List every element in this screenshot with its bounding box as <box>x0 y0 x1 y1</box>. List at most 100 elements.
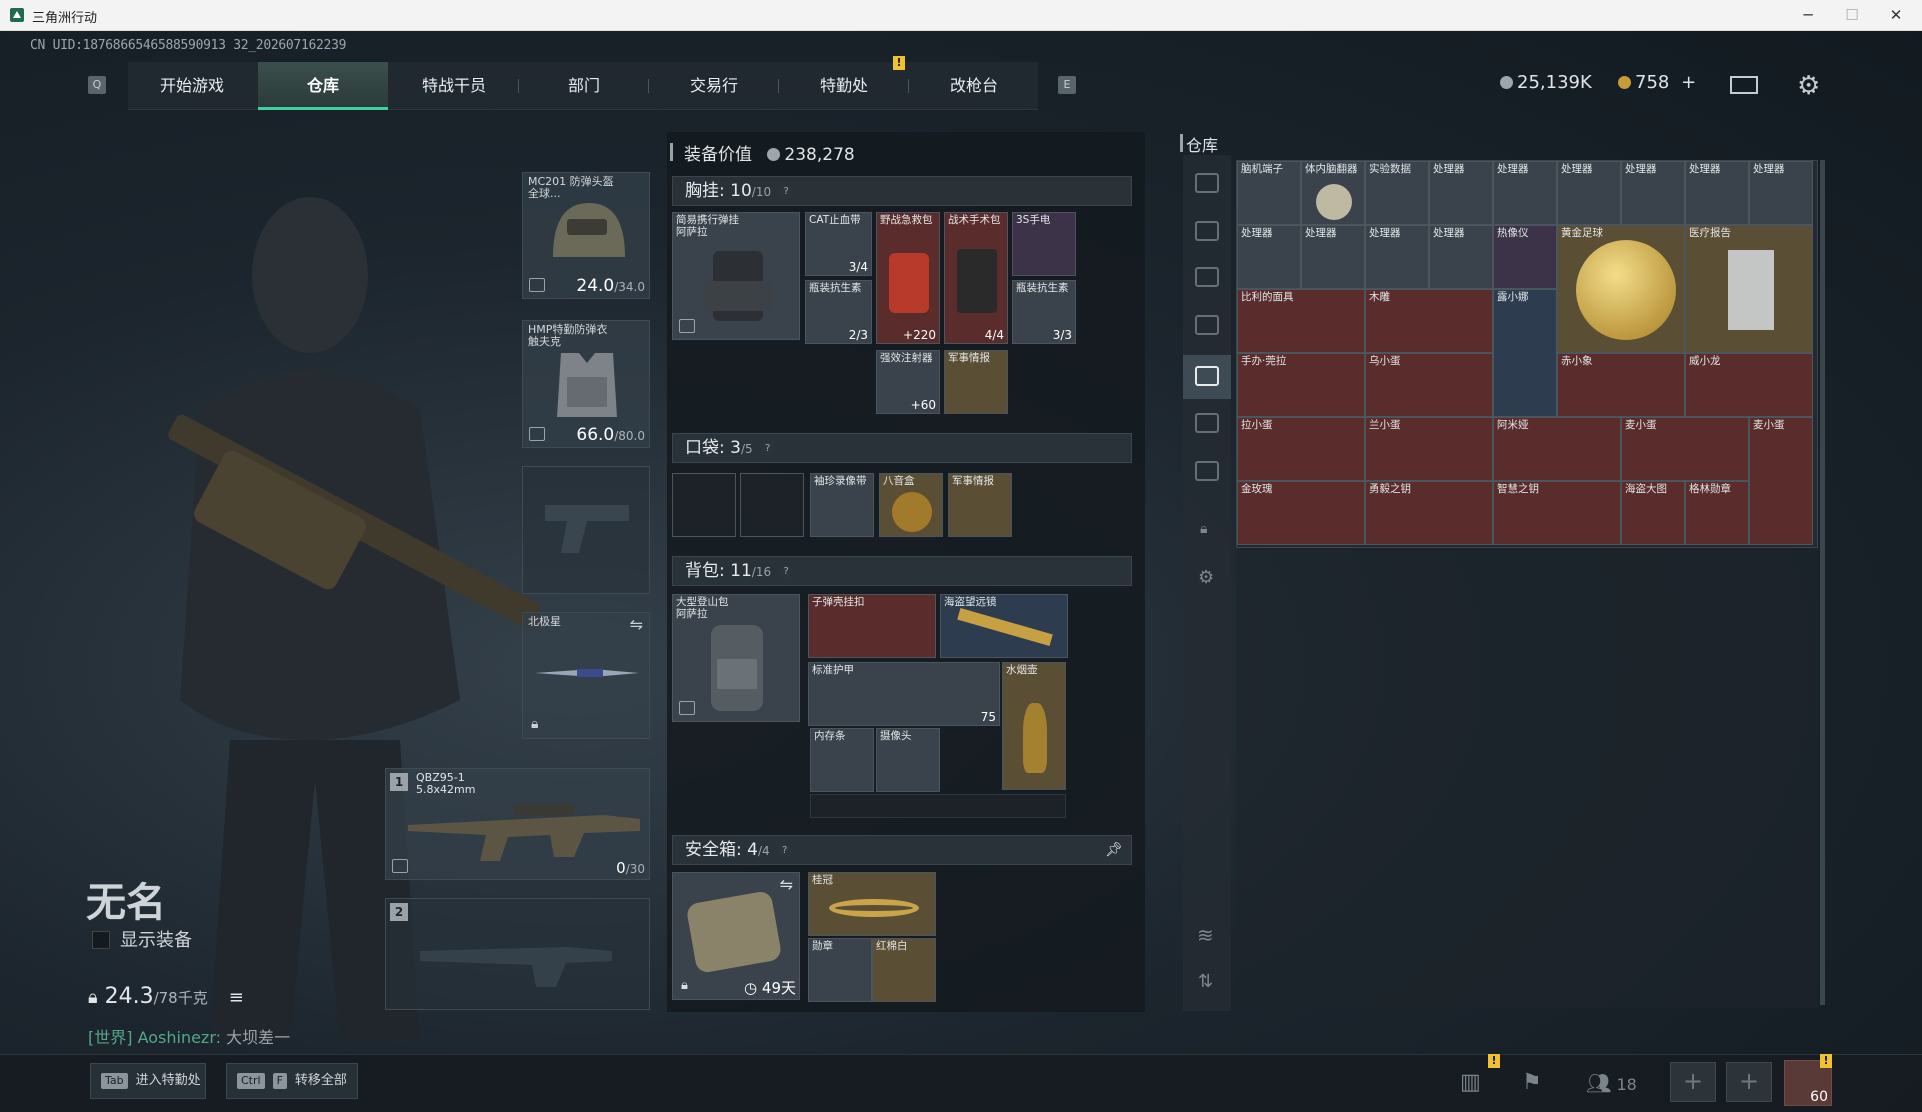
tab-trading[interactable]: 交易行 <box>650 62 778 110</box>
swap-icon[interactable]: ⇋ <box>780 875 793 894</box>
category-3-icon[interactable] <box>1195 315 1219 335</box>
backpack-item-camera[interactable]: 摄像头 <box>876 728 940 792</box>
wh-item-thermal-imager[interactable]: 热像仪 <box>1493 225 1557 289</box>
wh-item-processor[interactable]: 处理器 <box>1621 161 1685 225</box>
safebox-item-medal[interactable]: 勋章 <box>808 938 872 1002</box>
wh-item-golden-football[interactable]: 黄金足球 <box>1557 225 1685 353</box>
pocket-item-military-intel[interactable]: 军事情报 <box>948 473 1012 537</box>
category-4-active[interactable] <box>1183 355 1231 399</box>
chest-item-flashlight[interactable]: 3S手电 <box>1012 212 1076 276</box>
backpack-empty-row[interactable] <box>810 794 1066 818</box>
wh-item-lu-xiaona[interactable]: 露小娜 <box>1493 289 1557 417</box>
wh-item-body-translator[interactable]: 体内脑翻器 <box>1301 161 1365 225</box>
wh-item-processor[interactable]: 处理器 <box>1301 225 1365 289</box>
mail-icon[interactable] <box>1730 76 1758 94</box>
helmet-slot[interactable]: MC201 防弹头盔 全球... 24.0/34.0 <box>522 172 650 299</box>
wh-item-lan-xiaodan[interactable]: 兰小蛋 <box>1365 417 1493 481</box>
chest-item-surgical-kit[interactable]: 战术手术包 4/4 <box>944 212 1008 344</box>
safebox-container[interactable]: ⇋ 🔒︎ ◷ 49天 <box>672 872 800 1000</box>
chest-item-antibiotics[interactable]: 瓶装抗生素 3/3 <box>1012 280 1076 344</box>
wh-item-mai-xiaodan[interactable]: 麦小蛋 <box>1621 417 1749 481</box>
stats-chart-icon[interactable]: ▥ <box>1460 1070 1481 1095</box>
wh-item-processor[interactable]: 处理器 <box>1429 161 1493 225</box>
wh-item-wu-xiaodan[interactable]: 乌小蛋 <box>1365 353 1493 417</box>
help-icon[interactable]: ? <box>779 565 794 579</box>
help-icon[interactable]: ? <box>760 442 775 456</box>
wh-item-wood-carving[interactable]: 木雕 <box>1365 289 1493 353</box>
settings-gear-icon[interactable]: ⚙ <box>1198 567 1214 588</box>
layers-icon[interactable]: ≋ <box>1197 923 1214 947</box>
lock-icon[interactable]: 🔒︎ <box>1200 521 1207 537</box>
wh-item-wei-xiaolong[interactable]: 威小龙 <box>1685 353 1813 417</box>
transfer-all-button[interactable]: Ctrl F 转移全部 <box>226 1063 358 1099</box>
show-equipment-toggle[interactable]: 显示装备 <box>92 926 192 952</box>
pocket-item-videotape[interactable]: 袖珍录像带 <box>810 473 874 537</box>
nav-left-key[interactable]: Q <box>88 76 106 94</box>
wh-item-figure[interactable]: 手办·莞拉 <box>1237 353 1365 417</box>
flag-icon[interactable]: ⚑ <box>1522 1070 1542 1095</box>
backpack-item-memory-stick[interactable]: 内存条 <box>810 728 874 792</box>
wh-item-golden-rose[interactable]: 金玫瑰 <box>1237 481 1365 545</box>
chest-rig-item[interactable]: 简易携行弹挂 阿萨拉 <box>672 212 800 340</box>
pocket-empty-slot[interactable] <box>740 473 804 537</box>
wh-item-mai-xiaodan-2[interactable]: 麦小蛋 <box>1749 417 1813 545</box>
chest-item-stim-injector[interactable]: 强效注射器 +60 <box>876 350 940 414</box>
backpack-item-hookah[interactable]: 水烟壶 <box>1002 662 1066 790</box>
pistol-slot[interactable] <box>522 466 650 594</box>
close-button[interactable]: ✕ <box>1874 3 1918 27</box>
wh-item-brain-terminal[interactable]: 脑机端子 <box>1237 161 1301 225</box>
tab-warehouse[interactable]: 仓库 <box>258 62 388 110</box>
sort-icon[interactable]: ⇅ <box>1198 971 1213 992</box>
friends-count[interactable]: 👥︎ 18 <box>1586 1071 1637 1095</box>
melee-slot[interactable]: 北极星 ⇋ 🔒︎ <box>522 612 650 739</box>
pocket-item-music-box[interactable]: 八音盒 <box>879 473 943 537</box>
add-teammate-button[interactable]: + <box>1670 1062 1716 1102</box>
minimize-button[interactable]: ─ <box>1786 3 1830 27</box>
tab-special-ops[interactable]: 特勤处 <box>780 62 908 110</box>
pin-icon[interactable]: 📌︎ <box>1105 836 1123 864</box>
world-chat-line[interactable]: [世界] Aoshinezr: 大坝差一 <box>88 1024 290 1048</box>
armor-slot[interactable]: HMP特勤防弹衣 触夫克 66.0/80.0 <box>522 320 650 448</box>
category-2-icon[interactable] <box>1195 267 1219 287</box>
swap-icon[interactable]: ⇋ <box>630 615 643 634</box>
backpack-item[interactable]: 大型登山包 阿萨拉 <box>672 594 800 722</box>
chest-item-military-intel[interactable]: 军事情报 <box>944 350 1008 414</box>
wh-item-processor[interactable]: 处理器 <box>1493 161 1557 225</box>
list-icon[interactable]: ≡ <box>229 987 244 1008</box>
wh-item-processor[interactable]: 处理器 <box>1557 161 1621 225</box>
wh-item-grimm-medal[interactable]: 格林勋章 <box>1685 481 1749 545</box>
pocket-empty-slot[interactable] <box>672 473 736 537</box>
category-1-icon[interactable] <box>1195 221 1219 241</box>
wh-item-wisdom-key[interactable]: 智慧之钥 <box>1493 481 1621 545</box>
wh-item-processor[interactable]: 处理器 <box>1685 161 1749 225</box>
tab-start-game[interactable]: 开始游戏 <box>128 62 256 110</box>
maximize-button[interactable]: ☐ <box>1830 3 1874 27</box>
wh-item-chi-xiaoxiang[interactable]: 赤小象 <box>1557 353 1685 417</box>
safebox-item-red-white[interactable]: 红棉白 <box>872 938 936 1002</box>
wh-item-pirate-map[interactable]: 海盗大图 <box>1621 481 1685 545</box>
warehouse-scrollbar[interactable] <box>1820 160 1825 1005</box>
add-teammate-button[interactable]: + <box>1726 1062 1772 1102</box>
wh-item-processor[interactable]: 处理器 <box>1749 161 1813 225</box>
help-icon[interactable]: ? <box>779 185 794 199</box>
tab-department[interactable]: 部门 <box>520 62 648 110</box>
primary-weapon-slot[interactable]: 1 QBZ95-1 5.8x42mm 0/30 <box>385 768 650 880</box>
wh-item-la-xiaodan[interactable]: 拉小蛋 <box>1237 417 1365 481</box>
show-equipment-checkbox[interactable] <box>92 931 110 949</box>
safebox-item-laurel-crown[interactable]: 桂冠 <box>808 872 936 936</box>
help-icon[interactable]: ? <box>777 844 792 858</box>
wh-item-amiya[interactable]: 阿米娅 <box>1493 417 1621 481</box>
chest-item-antibiotics[interactable]: 瓶装抗生素 2/3 <box>805 280 872 344</box>
tab-operators[interactable]: 特战干员 <box>390 62 518 110</box>
wh-item-processor[interactable]: 处理器 <box>1365 225 1429 289</box>
backpack-item-standard-armor[interactable]: 标准护甲 75 <box>808 662 1000 726</box>
secondary-weapon-slot[interactable]: 2 <box>385 898 650 1010</box>
wh-item-experiment-data[interactable]: 实验数据 <box>1365 161 1429 225</box>
enter-special-ops-button[interactable]: Tab 进入特勤处 <box>90 1063 206 1099</box>
chest-item-tourniquet[interactable]: CAT止血带 3/4 <box>805 212 872 276</box>
wh-item-processor[interactable]: 处理器 <box>1237 225 1301 289</box>
category-all-icon[interactable] <box>1195 173 1219 193</box>
wh-item-processor[interactable]: 处理器 <box>1429 225 1493 289</box>
settings-gear-icon[interactable]: ⚙ <box>1797 71 1820 101</box>
nav-right-key[interactable]: E <box>1058 76 1076 94</box>
